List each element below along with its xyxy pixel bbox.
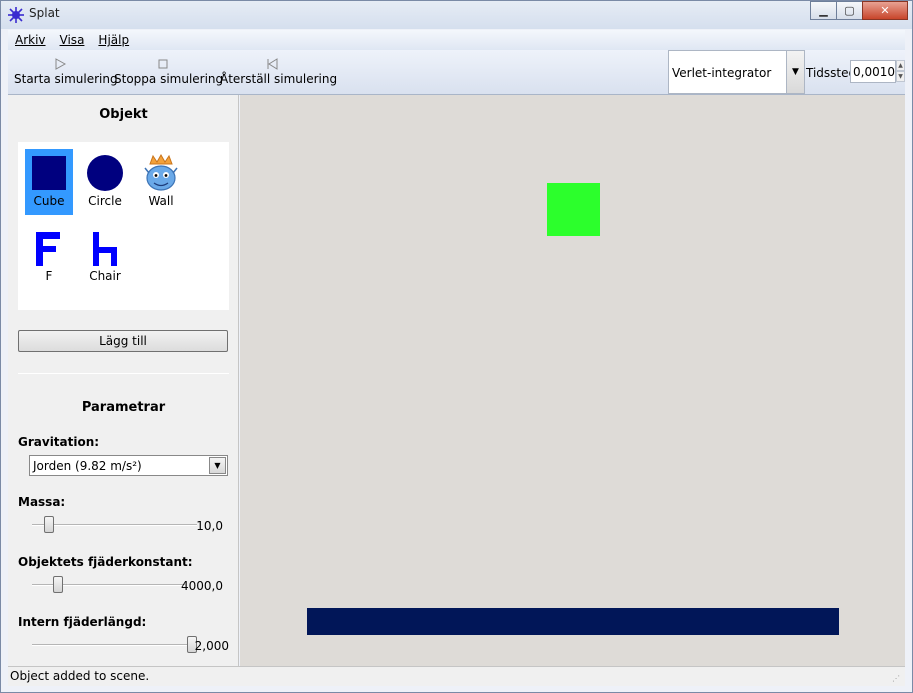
add-object-button[interactable]: Lägg till (18, 330, 228, 352)
stop-icon (158, 59, 168, 69)
object-cube[interactable]: Cube (25, 149, 73, 215)
app-window: Splat ▁ ▢ ✕ Arkiv Visa Hjälp Starta simu… (0, 0, 913, 693)
object-wall-label: Wall (148, 194, 174, 208)
spring-constant-value: 4000,0 (181, 579, 223, 593)
mass-label: Massa: (18, 495, 66, 509)
mass-slider-handle[interactable] (44, 516, 55, 533)
scene-cube[interactable] (547, 183, 600, 236)
mass-value: 10,0 (196, 519, 223, 533)
scene-wall[interactable] (307, 608, 839, 635)
objects-title: Objekt (99, 107, 148, 122)
menu-hjalp[interactable]: Hjälp (91, 33, 136, 47)
parameters-title: Parametrar (81, 400, 166, 415)
play-icon (55, 58, 66, 70)
window-title: Splat (29, 6, 60, 20)
simulation-canvas[interactable] (240, 95, 905, 666)
timestep-spinner[interactable]: ▲ ▼ (896, 60, 905, 83)
object-wall[interactable]: Wall (137, 149, 185, 215)
toolbar: Starta simulering Stoppa simulering Åter… (8, 50, 905, 95)
integrator-value: Verlet-integrator (672, 66, 772, 80)
object-circle-label: Circle (88, 194, 122, 208)
rewind-icon (267, 58, 278, 70)
minimize-button[interactable]: ▁ (810, 1, 837, 20)
maximize-button[interactable]: ▢ (836, 1, 863, 20)
spring-length-value: 2,000 (194, 639, 229, 653)
spring-constant-label: Objektets fjäderkonstant: (18, 555, 193, 569)
menu-arkiv[interactable]: Arkiv (8, 33, 53, 47)
spring-constant-slider-handle[interactable] (53, 576, 64, 593)
spring-length-label: Intern fjäderlängd: (18, 615, 147, 629)
close-button[interactable]: ✕ (862, 1, 908, 20)
mass-slider[interactable] (32, 524, 197, 526)
status-bar: Object added to scene. ⋰ (8, 666, 905, 686)
minimize-icon: ▁ (819, 4, 828, 17)
spin-up-icon[interactable]: ▲ (896, 60, 905, 71)
menu-visa[interactable]: Visa (53, 33, 92, 47)
reset-simulation-button[interactable]: Återställ simulering (220, 50, 338, 94)
cube-icon (32, 156, 66, 190)
object-chair[interactable]: Chair (81, 224, 129, 290)
splat-app-icon (8, 7, 24, 23)
status-message: Object added to scene. (10, 669, 150, 683)
stop-simulation-label: Stoppa simulering (114, 72, 224, 86)
stop-simulation-button[interactable]: Stoppa simulering (114, 50, 224, 94)
resize-grip-icon[interactable]: ⋰ (892, 674, 902, 684)
gravity-value: Jorden (9.82 m/s²) (33, 459, 142, 473)
start-simulation-label: Starta simulering (14, 72, 118, 86)
menu-bar: Arkiv Visa Hjälp (8, 30, 905, 50)
integrator-select[interactable]: Verlet-integrator ▼ (668, 50, 805, 94)
left-panel: Objekt Cube Circle Wall F Chair Lägg til… (8, 95, 239, 666)
wall-mascot-icon (144, 154, 178, 191)
object-chair-label: Chair (89, 269, 121, 283)
object-f[interactable]: F (25, 224, 73, 290)
f-shape-icon (36, 232, 60, 266)
divider (18, 373, 229, 374)
object-cube-label: Cube (33, 194, 65, 208)
close-icon: ✕ (880, 4, 890, 17)
spin-down-icon[interactable]: ▼ (896, 71, 905, 82)
title-bar[interactable]: Splat ▁ ▢ ✕ (1, 1, 912, 29)
object-f-label: F (45, 269, 53, 283)
maximize-icon: ▢ (844, 4, 855, 17)
chair-shape-icon (93, 232, 117, 266)
gravity-label: Gravitation: (18, 435, 100, 449)
object-circle[interactable]: Circle (81, 149, 129, 215)
reset-simulation-label: Återställ simulering (220, 72, 338, 86)
chevron-down-icon[interactable]: ▼ (209, 457, 226, 474)
start-simulation-button[interactable]: Starta simulering (14, 50, 118, 94)
circle-icon (87, 155, 123, 191)
objects-list: Cube Circle Wall F Chair (18, 142, 229, 310)
timestep-label: Tidssteg (806, 66, 857, 80)
chevron-down-icon[interactable]: ▼ (786, 51, 804, 93)
timestep-input[interactable]: 0,0010 (850, 60, 896, 83)
spring-length-slider[interactable] (32, 644, 197, 646)
gravity-select[interactable]: Jorden (9.82 m/s²) ▼ (29, 455, 228, 476)
